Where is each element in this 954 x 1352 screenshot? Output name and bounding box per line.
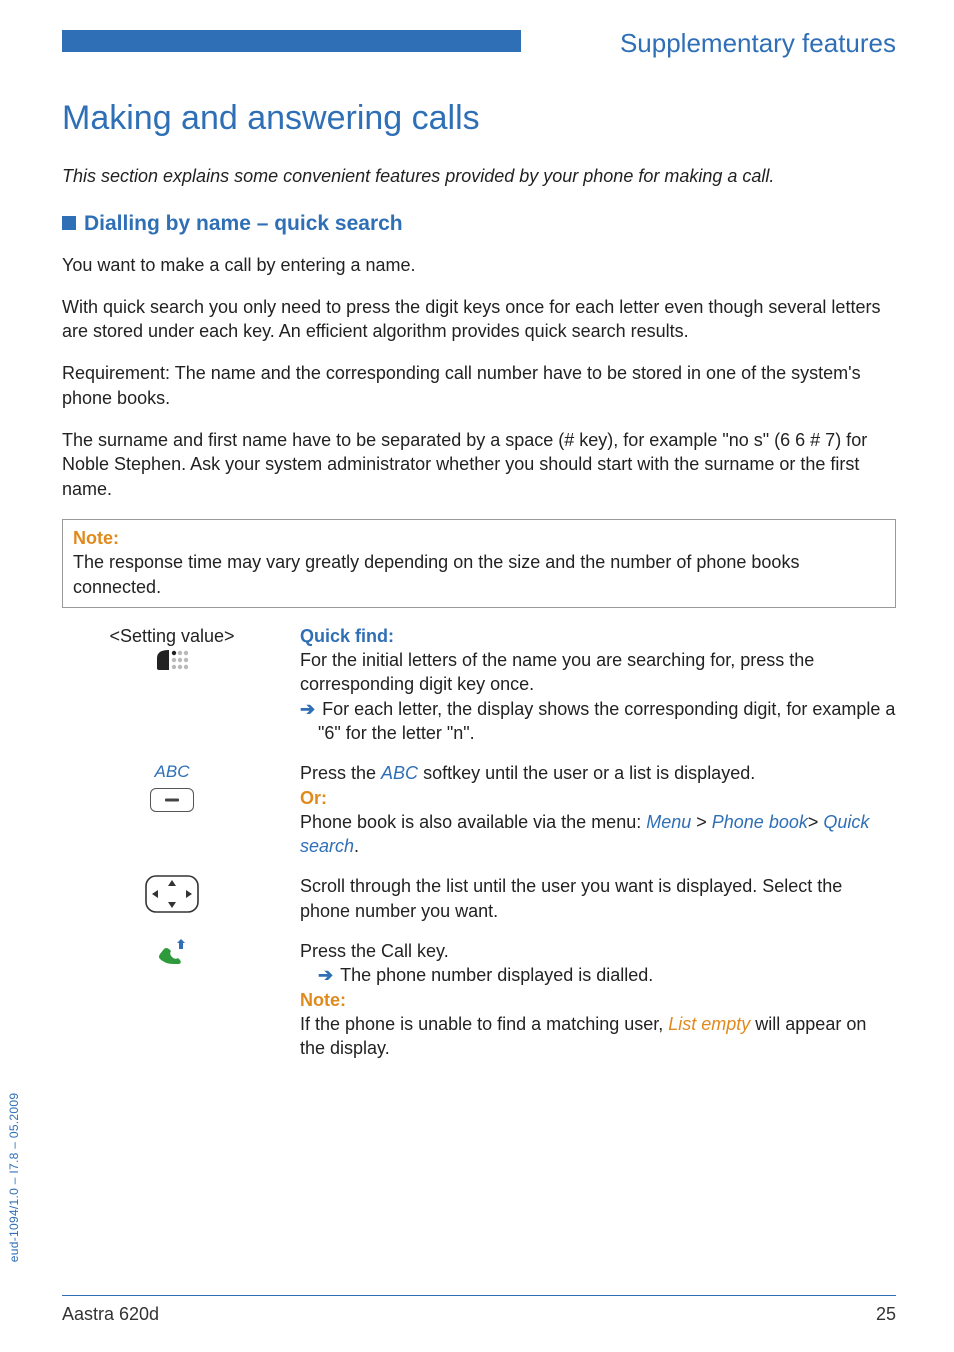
note-label: Note: [73, 528, 119, 548]
menu-end: . [354, 836, 359, 856]
intro-paragraph: This section explains some convenient fe… [62, 164, 896, 188]
subheading-text: Dialling by name – quick search [84, 212, 403, 235]
list-empty-term: List empty [668, 1014, 750, 1034]
step-3-icon-cell [72, 874, 272, 923]
menu-item-phone-book: Phone book [712, 812, 808, 832]
step-3-text: Scroll through the list until the user y… [300, 876, 842, 920]
section-title: Supplementary features [620, 26, 896, 61]
step-4-line2: The phone number displayed is dialled. [340, 965, 653, 985]
paragraph-3: Requirement: The name and the correspond… [62, 361, 896, 410]
step-4-line3a: If the phone is unable to find a matchin… [300, 1014, 668, 1034]
step-1-line2-text: For each letter, the display shows the c… [318, 699, 895, 743]
step-2-body: Press the ABC softkey until the user or … [300, 761, 896, 858]
step-2-menu-a: Phone book is also available via the men… [300, 812, 646, 832]
keypad-icon [155, 659, 189, 676]
menu-sep1: > [691, 812, 712, 832]
step-1-line1: For the initial letters of the name you … [300, 650, 814, 694]
step-3-body: Scroll through the list until the user y… [300, 874, 896, 923]
step-2-press-b: softkey until the user or a list is disp… [418, 763, 755, 783]
subheading-dialling-by-name: Dialling by name – quick search [62, 210, 896, 238]
abc-softkey-label: ABC [72, 761, 272, 784]
menu-sep2: > [808, 812, 824, 832]
setting-value-placeholder: <Setting value> [109, 626, 234, 646]
paragraph-2: With quick search you only need to press… [62, 295, 896, 344]
footer-model: Aastra 620d [62, 1302, 159, 1326]
step-4-note-label: Note: [300, 990, 346, 1010]
step-2-icon-cell: ABC [72, 761, 272, 858]
paragraph-4: The surname and first name have to be se… [62, 428, 896, 501]
step-2-or: Or: [300, 788, 327, 808]
note-box: Note: The response time may vary greatly… [62, 519, 896, 608]
step-2-press-a: Press the [300, 763, 381, 783]
step-4-line2-wrap: ➔ The phone number displayed is dialled. [300, 963, 896, 987]
step-2-softkey-name: ABC [381, 763, 418, 783]
quick-find-title: Quick find: [300, 626, 394, 646]
footer-page-number: 25 [876, 1302, 896, 1326]
section-header: Supplementary features [62, 30, 896, 70]
page-title: Making and answering calls [62, 96, 896, 142]
document-revision-label: eud-1094/1.0 – I7.8 – 05.2009 [6, 1092, 22, 1262]
step-4-line1: Press the Call key. [300, 941, 449, 961]
note-text: The response time may vary greatly depen… [73, 552, 799, 596]
step-1-line2: ➔ For each letter, the display shows the… [300, 697, 896, 746]
arrow-icon: ➔ [300, 699, 320, 719]
menu-item-menu: Menu [646, 812, 691, 832]
steps-grid: <Setting value> Quick find: For the init… [72, 624, 896, 1061]
call-key-icon [155, 952, 189, 969]
step-4-icon-cell [72, 939, 272, 1060]
softkey-button-icon [150, 788, 194, 812]
paragraph-1: You want to make a call by entering a na… [62, 253, 896, 277]
square-bullet-icon [62, 216, 76, 230]
page-footer: Aastra 620d 25 [62, 1295, 896, 1326]
step-4-body: Press the Call key. ➔ The phone number d… [300, 939, 896, 1060]
header-color-bar [62, 30, 521, 52]
step-1-icon-cell: <Setting value> [72, 624, 272, 745]
dpad-icon [144, 901, 200, 918]
step-1-body: Quick find: For the initial letters of t… [300, 624, 896, 745]
arrow-icon: ➔ [318, 965, 338, 985]
